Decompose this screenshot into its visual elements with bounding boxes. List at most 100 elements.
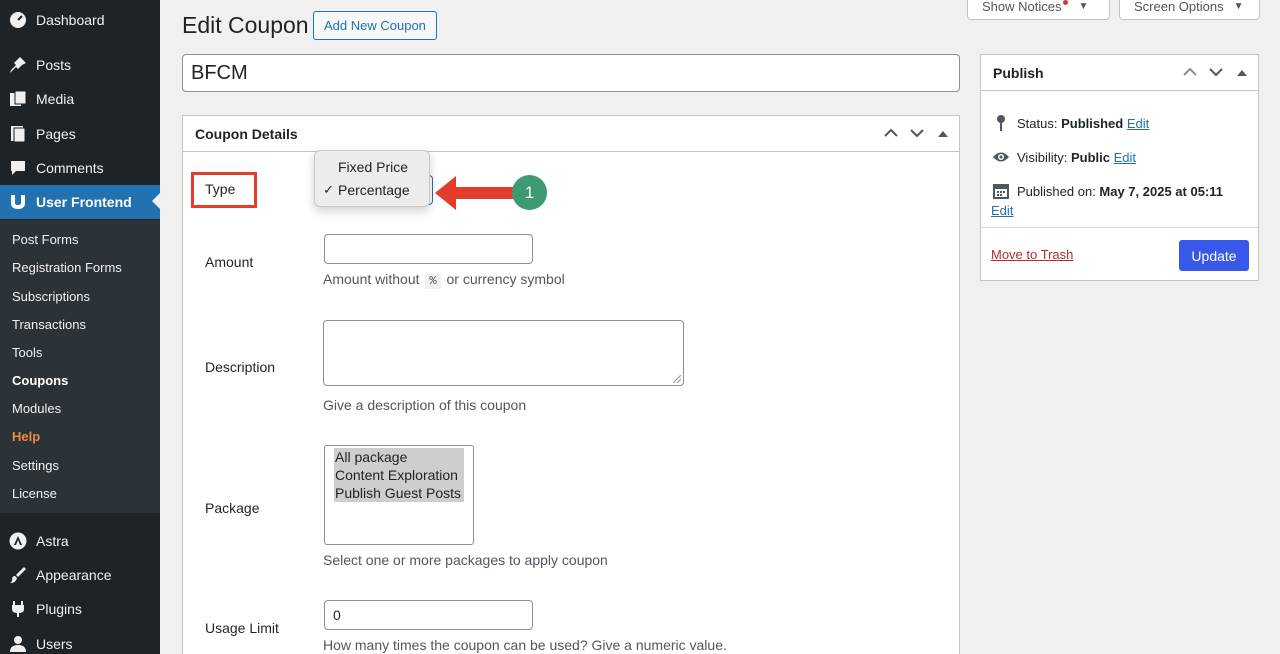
status-value: Published bbox=[1061, 115, 1124, 131]
menu-label: Media bbox=[36, 91, 75, 107]
caret-down-icon: ▼ bbox=[1078, 1, 1089, 12]
submenu-transactions[interactable]: Transactions bbox=[12, 317, 86, 332]
menu-label: Appearance bbox=[36, 567, 112, 583]
amount-help-before: Amount without bbox=[323, 271, 420, 287]
submenu-settings[interactable]: Settings bbox=[12, 458, 59, 473]
menu-posts[interactable]: Posts bbox=[0, 48, 160, 82]
screen-options-button[interactable]: Screen Options ▼ bbox=[1119, 0, 1260, 20]
menu-user-frontend[interactable]: User Frontend bbox=[0, 185, 160, 219]
option-label: Percentage bbox=[338, 182, 410, 198]
submenu-subscriptions[interactable]: Subscriptions bbox=[12, 289, 90, 304]
publish-header: Publish bbox=[981, 55, 1258, 91]
package-label: Package bbox=[205, 500, 260, 516]
submenu-coupons[interactable]: Coupons bbox=[12, 373, 68, 388]
package-multiselect[interactable]: All package Content Exploration Publish … bbox=[324, 445, 474, 545]
submenu-help[interactable]: Help bbox=[12, 429, 40, 444]
coupon-details-title: Coupon Details bbox=[195, 125, 298, 142]
pages-icon bbox=[8, 124, 28, 144]
add-new-coupon-button[interactable]: Add New Coupon bbox=[313, 11, 437, 40]
package-option[interactable]: Publish Guest Posts bbox=[334, 484, 464, 502]
option-label: Fixed Price bbox=[338, 159, 409, 175]
toggle-panel-icon[interactable] bbox=[1234, 66, 1250, 80]
submenu-modules[interactable]: Modules bbox=[12, 401, 61, 416]
publish-divider bbox=[981, 227, 1258, 228]
move-up-icon[interactable] bbox=[1182, 66, 1198, 80]
edit-visibility-link[interactable]: Edit bbox=[1114, 150, 1136, 165]
type-label: Type bbox=[205, 181, 236, 197]
edit-status-link[interactable]: Edit bbox=[1127, 116, 1149, 131]
move-down-icon[interactable] bbox=[909, 127, 925, 141]
calendar-icon bbox=[991, 182, 1011, 200]
admin-sidebar: Dashboard Posts Media Pages Comments Use… bbox=[0, 0, 160, 654]
amount-help-after: or currency symbol bbox=[446, 271, 565, 287]
description-help: Give a description of this coupon bbox=[323, 397, 527, 413]
published-edit-row: Edit bbox=[991, 203, 1013, 218]
move-down-icon[interactable] bbox=[1208, 66, 1224, 80]
move-to-trash-link[interactable]: Move to Trash bbox=[991, 247, 1073, 262]
coupon-details-header: Coupon Details bbox=[183, 116, 959, 152]
amount-help: Amount without % or currency symbol bbox=[323, 271, 565, 289]
menu-comments[interactable]: Comments bbox=[0, 151, 160, 185]
menu-label: User Frontend bbox=[36, 194, 132, 210]
package-option[interactable]: Content Exploration bbox=[334, 466, 464, 484]
comment-icon bbox=[8, 158, 28, 178]
menu-plugins[interactable]: Plugins bbox=[0, 592, 160, 626]
type-option-fixed-price[interactable]: Fixed Price bbox=[315, 159, 429, 175]
published-on-value: May 7, 2025 at 05:11 bbox=[1099, 183, 1223, 199]
menu-label: Posts bbox=[36, 57, 72, 73]
description-textarea[interactable] bbox=[323, 320, 684, 386]
user-frontend-submenu: Post Forms Registration Forms Subscripti… bbox=[0, 220, 160, 513]
media-icon bbox=[8, 89, 28, 109]
eye-icon bbox=[991, 148, 1011, 166]
caret-down-icon: ▼ bbox=[1233, 1, 1244, 12]
menu-appearance[interactable]: Appearance bbox=[0, 558, 160, 592]
move-up-icon[interactable] bbox=[883, 127, 899, 141]
dashboard-icon bbox=[8, 10, 28, 30]
menu-users[interactable]: Users bbox=[0, 627, 160, 654]
status-row: Status: Published Edit bbox=[991, 114, 1149, 132]
published-on-label: Published on: bbox=[1017, 183, 1096, 199]
type-option-percentage[interactable]: ✓ Percentage bbox=[315, 182, 429, 198]
publish-box-controls bbox=[1182, 55, 1250, 91]
submenu-tools[interactable]: Tools bbox=[12, 345, 42, 360]
menu-label: Users bbox=[36, 636, 73, 652]
submenu-registration-forms[interactable]: Registration Forms bbox=[12, 260, 122, 275]
usage-limit-help: How many times the coupon can be used? G… bbox=[323, 637, 727, 653]
description-label: Description bbox=[205, 359, 276, 375]
pin-icon bbox=[991, 114, 1011, 132]
menu-label: Plugins bbox=[36, 601, 82, 617]
submenu-post-forms[interactable]: Post Forms bbox=[12, 232, 78, 247]
menu-pages[interactable]: Pages bbox=[0, 117, 160, 151]
plugin-icon bbox=[8, 599, 28, 619]
menu-label: Comments bbox=[36, 160, 104, 176]
menu-label: Astra bbox=[36, 533, 69, 549]
screen-options-label: Screen Options bbox=[1134, 0, 1224, 14]
paintbrush-icon bbox=[8, 565, 28, 585]
menu-astra[interactable]: Astra bbox=[0, 524, 160, 558]
user-frontend-icon bbox=[8, 192, 28, 212]
toggle-panel-icon[interactable] bbox=[935, 127, 951, 141]
type-dropdown-menu: Fixed Price ✓ Percentage bbox=[314, 150, 430, 207]
submenu-license[interactable]: License bbox=[12, 486, 57, 501]
status-label: Status: bbox=[1017, 115, 1058, 131]
checkmark-icon: ✓ bbox=[323, 182, 334, 197]
notice-dot-icon bbox=[1063, 0, 1069, 5]
published-on-row: Published on: May 7, 2025 at 05:11 bbox=[991, 182, 1223, 200]
show-notices-button[interactable]: Show Notices ▼ bbox=[967, 0, 1110, 20]
menu-dashboard[interactable]: Dashboard bbox=[0, 3, 160, 37]
amount-label: Amount bbox=[205, 254, 254, 270]
edit-date-link[interactable]: Edit bbox=[991, 203, 1013, 218]
astra-icon bbox=[8, 531, 28, 551]
package-option[interactable]: All package bbox=[334, 448, 464, 466]
usage-limit-input[interactable]: 0 bbox=[324, 600, 533, 630]
amount-input[interactable] bbox=[324, 234, 533, 264]
coupon-title-input[interactable]: BFCM bbox=[182, 54, 960, 92]
resize-handle-icon[interactable] bbox=[673, 375, 681, 383]
package-help: Select one or more packages to apply cou… bbox=[323, 552, 608, 568]
step-number-badge: 1 bbox=[512, 175, 547, 210]
menu-label: Pages bbox=[36, 126, 76, 142]
update-button[interactable]: Update bbox=[1179, 240, 1249, 271]
publish-title: Publish bbox=[993, 64, 1044, 81]
show-notices-label: Show Notices bbox=[982, 0, 1062, 14]
menu-media[interactable]: Media bbox=[0, 82, 160, 116]
